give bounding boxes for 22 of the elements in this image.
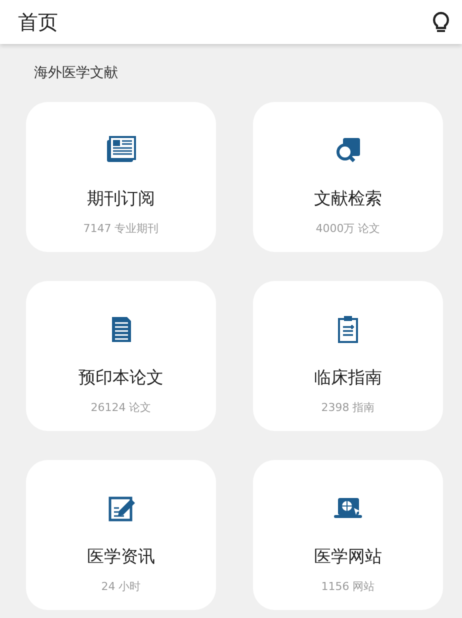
- card-subtitle: 4000万 论文: [316, 221, 380, 236]
- card-title: 期刊订阅: [87, 188, 155, 210]
- card-title: 临床指南: [314, 367, 382, 389]
- newspaper-icon: [105, 135, 137, 165]
- category-card[interactable]: 医学网站 1156 网站: [253, 460, 443, 610]
- card-title: 医学资讯: [87, 546, 155, 568]
- category-card[interactable]: 文献检索 4000万 论文: [253, 102, 443, 252]
- card-subtitle: 24 小时: [101, 579, 141, 594]
- card-subtitle: 26124 论文: [90, 400, 152, 415]
- card-title: 文献检索: [314, 188, 382, 210]
- card-subtitle: 2398 指南: [321, 400, 375, 415]
- card-subtitle: 1156 网站: [321, 579, 375, 594]
- page-title: 首页: [18, 8, 58, 36]
- section-title: 海外医学文献: [33, 64, 119, 82]
- card-subtitle: 7147 专业期刊: [83, 221, 159, 236]
- category-card[interactable]: 医学资讯 24 小时: [26, 460, 216, 610]
- lightbulb-icon[interactable]: [432, 11, 450, 33]
- card-title: 预印本论文: [78, 367, 164, 389]
- category-card[interactable]: 预印本论文 26124 论文: [26, 281, 216, 431]
- category-card[interactable]: 期刊订阅 7147 专业期刊: [26, 102, 216, 252]
- category-card[interactable]: 临床指南 2398 指南: [253, 281, 443, 431]
- card-title: 医学网站: [314, 546, 382, 568]
